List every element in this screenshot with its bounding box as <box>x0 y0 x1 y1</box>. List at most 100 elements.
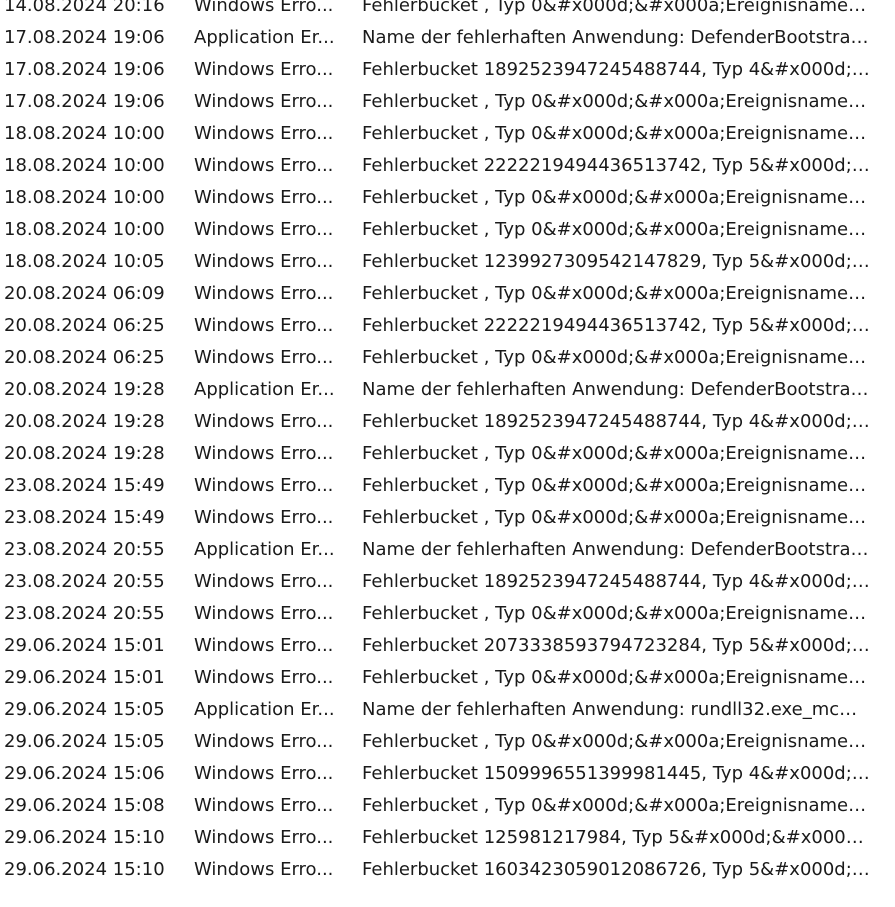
event-row[interactable]: 14.08.2024 20:16 Windows Erro... Fehlerb… <box>0 0 895 22</box>
event-row[interactable]: 18.08.2024 10:00 Windows Erro... Fehlerb… <box>0 150 895 182</box>
event-source-cell: Windows Erro... <box>194 283 334 304</box>
event-description-cell: Fehlerbucket , Typ 0&#x000d;&#x000a;Erei… <box>362 347 872 368</box>
event-date-cell: 29.06.2024 15:10 <box>4 827 165 848</box>
event-row[interactable]: 23.08.2024 15:49 Windows Erro... Fehlerb… <box>0 502 895 534</box>
event-row[interactable]: 20.08.2024 19:28 Windows Erro... Fehlerb… <box>0 406 895 438</box>
event-date-cell: 18.08.2024 10:00 <box>4 187 165 208</box>
event-row[interactable]: 29.06.2024 15:01 Windows Erro... Fehlerb… <box>0 630 895 662</box>
event-date-cell: 23.08.2024 15:49 <box>4 475 165 496</box>
event-source-cell: Windows Erro... <box>194 475 334 496</box>
event-row[interactable]: 29.06.2024 15:01 Windows Erro... Fehlerb… <box>0 662 895 694</box>
event-row[interactable]: 23.08.2024 20:55 Application Er... Name … <box>0 534 895 566</box>
event-source-cell: Application Er... <box>194 379 335 400</box>
event-description-cell: Fehlerbucket , Typ 0&#x000d;&#x000a;Erei… <box>362 91 872 112</box>
event-source-cell: Windows Erro... <box>194 443 334 464</box>
event-source-cell: Application Er... <box>194 699 335 720</box>
event-date-cell: 23.08.2024 15:49 <box>4 507 165 528</box>
event-date-cell: 18.08.2024 10:00 <box>4 123 165 144</box>
event-description-cell: Fehlerbucket , Typ 0&#x000d;&#x000a;Erei… <box>362 283 872 304</box>
event-description-cell: Fehlerbucket , Typ 0&#x000d;&#x000a;Erei… <box>362 123 872 144</box>
event-row[interactable]: 29.06.2024 15:05 Application Er... Name … <box>0 694 895 726</box>
event-description-cell: Fehlerbucket , Typ 0&#x000d;&#x000a;Erei… <box>362 795 872 816</box>
event-row[interactable]: 17.08.2024 19:06 Windows Erro... Fehlerb… <box>0 54 895 86</box>
event-source-cell: Application Er... <box>194 539 335 560</box>
event-date-cell: 20.08.2024 06:09 <box>4 283 165 304</box>
event-source-cell: Windows Erro... <box>194 315 334 336</box>
event-date-cell: 17.08.2024 19:06 <box>4 91 165 112</box>
event-row[interactable]: 18.08.2024 10:00 Windows Erro... Fehlerb… <box>0 118 895 150</box>
event-source-cell: Windows Erro... <box>194 571 334 592</box>
event-description-cell: Fehlerbucket 1892523947245488744, Typ 4&… <box>362 571 872 592</box>
event-description-cell: Fehlerbucket , Typ 0&#x000d;&#x000a;Erei… <box>362 603 872 624</box>
event-row[interactable]: 29.06.2024 15:08 Windows Erro... Fehlerb… <box>0 790 895 822</box>
event-description-cell: Fehlerbucket , Typ 0&#x000d;&#x000a;Erei… <box>362 187 872 208</box>
event-source-cell: Windows Erro... <box>194 219 334 240</box>
event-source-cell: Windows Erro... <box>194 795 334 816</box>
event-description-cell: Fehlerbucket 2073338593794723284, Typ 5&… <box>362 635 872 656</box>
event-source-cell: Windows Erro... <box>194 827 334 848</box>
event-row[interactable]: 20.08.2024 06:09 Windows Erro... Fehlerb… <box>0 278 895 310</box>
event-description-cell: Fehlerbucket 125981217984, Typ 5&#x000d;… <box>362 827 872 848</box>
event-row[interactable]: 18.08.2024 10:05 Windows Erro... Fehlerb… <box>0 246 895 278</box>
event-row[interactable]: 20.08.2024 19:28 Application Er... Name … <box>0 374 895 406</box>
event-row[interactable]: 29.06.2024 15:10 Windows Erro... Fehlerb… <box>0 854 895 886</box>
event-row[interactable]: 29.06.2024 15:10 Windows Erro... Fehlerb… <box>0 822 895 854</box>
event-date-cell: 29.06.2024 15:10 <box>4 859 165 880</box>
event-date-cell: 20.08.2024 06:25 <box>4 315 165 336</box>
event-source-cell: Windows Erro... <box>194 59 334 80</box>
event-source-cell: Windows Erro... <box>194 507 334 528</box>
event-source-cell: Windows Erro... <box>194 763 334 784</box>
event-date-cell: 29.06.2024 15:01 <box>4 667 165 688</box>
event-description-cell: Fehlerbucket 1603423059012086726, Typ 5&… <box>362 859 872 880</box>
event-date-cell: 29.06.2024 15:06 <box>4 763 165 784</box>
event-source-cell: Windows Erro... <box>194 91 334 112</box>
event-row[interactable]: 23.08.2024 20:55 Windows Erro... Fehlerb… <box>0 598 895 630</box>
event-description-cell: Fehlerbucket , Typ 0&#x000d;&#x000a;Erei… <box>362 731 872 752</box>
event-row[interactable]: 20.08.2024 06:25 Windows Erro... Fehlerb… <box>0 310 895 342</box>
event-row[interactable]: 29.06.2024 15:06 Windows Erro... Fehlerb… <box>0 758 895 790</box>
event-row[interactable]: 20.08.2024 06:25 Windows Erro... Fehlerb… <box>0 342 895 374</box>
event-description-cell: Name der fehlerhaften Anwendung: Defende… <box>362 379 872 400</box>
event-date-cell: 17.08.2024 19:06 <box>4 27 165 48</box>
event-source-cell: Windows Erro... <box>194 859 334 880</box>
event-source-cell: Windows Erro... <box>194 251 334 272</box>
event-description-cell: Fehlerbucket , Typ 0&#x000d;&#x000a;Erei… <box>362 219 872 240</box>
event-date-cell: 14.08.2024 20:16 <box>4 0 165 16</box>
event-row[interactable]: 29.06.2024 15:05 Windows Erro... Fehlerb… <box>0 726 895 758</box>
event-date-cell: 20.08.2024 06:25 <box>4 347 165 368</box>
event-date-cell: 18.08.2024 10:00 <box>4 155 165 176</box>
event-date-cell: 20.08.2024 19:28 <box>4 443 165 464</box>
event-description-cell: Fehlerbucket , Typ 0&#x000d;&#x000a;Erei… <box>362 0 872 16</box>
event-source-cell: Windows Erro... <box>194 603 334 624</box>
event-description-cell: Fehlerbucket 2222219494436513742, Typ 5&… <box>362 315 872 336</box>
event-row[interactable]: 18.08.2024 10:00 Windows Erro... Fehlerb… <box>0 182 895 214</box>
event-description-cell: Fehlerbucket , Typ 0&#x000d;&#x000a;Erei… <box>362 475 872 496</box>
event-description-cell: Fehlerbucket , Typ 0&#x000d;&#x000a;Erei… <box>362 443 872 464</box>
event-row[interactable]: 23.08.2024 15:49 Windows Erro... Fehlerb… <box>0 470 895 502</box>
event-description-cell: Fehlerbucket 2222219494436513742, Typ 5&… <box>362 155 872 176</box>
event-description-cell: Name der fehlerhaften Anwendung: rundll3… <box>362 699 872 720</box>
event-source-cell: Windows Erro... <box>194 731 334 752</box>
event-date-cell: 23.08.2024 20:55 <box>4 571 165 592</box>
event-date-cell: 29.06.2024 15:05 <box>4 699 165 720</box>
event-source-cell: Windows Erro... <box>194 0 334 16</box>
event-row[interactable]: 23.08.2024 20:55 Windows Erro... Fehlerb… <box>0 566 895 598</box>
event-date-cell: 20.08.2024 19:28 <box>4 379 165 400</box>
event-description-cell: Fehlerbucket 1892523947245488744, Typ 4&… <box>362 59 872 80</box>
event-date-cell: 29.06.2024 15:05 <box>4 731 165 752</box>
event-source-cell: Windows Erro... <box>194 155 334 176</box>
event-date-cell: 29.06.2024 15:01 <box>4 635 165 656</box>
event-source-cell: Windows Erro... <box>194 635 334 656</box>
event-source-cell: Application Er... <box>194 27 335 48</box>
event-description-cell: Fehlerbucket 1892523947245488744, Typ 4&… <box>362 411 872 432</box>
event-row[interactable]: 18.08.2024 10:00 Windows Erro... Fehlerb… <box>0 214 895 246</box>
event-row[interactable]: 17.08.2024 19:06 Application Er... Name … <box>0 22 895 54</box>
event-row[interactable]: 17.08.2024 19:06 Windows Erro... Fehlerb… <box>0 86 895 118</box>
event-description-cell: Fehlerbucket , Typ 0&#x000d;&#x000a;Erei… <box>362 667 872 688</box>
event-row[interactable]: 20.08.2024 19:28 Windows Erro... Fehlerb… <box>0 438 895 470</box>
event-date-cell: 17.08.2024 19:06 <box>4 59 165 80</box>
event-source-cell: Windows Erro... <box>194 187 334 208</box>
event-date-cell: 29.06.2024 15:08 <box>4 795 165 816</box>
event-list: 14.08.2024 20:16 Windows Erro... Fehlerb… <box>0 0 895 886</box>
event-description-cell: Name der fehlerhaften Anwendung: Defende… <box>362 27 872 48</box>
